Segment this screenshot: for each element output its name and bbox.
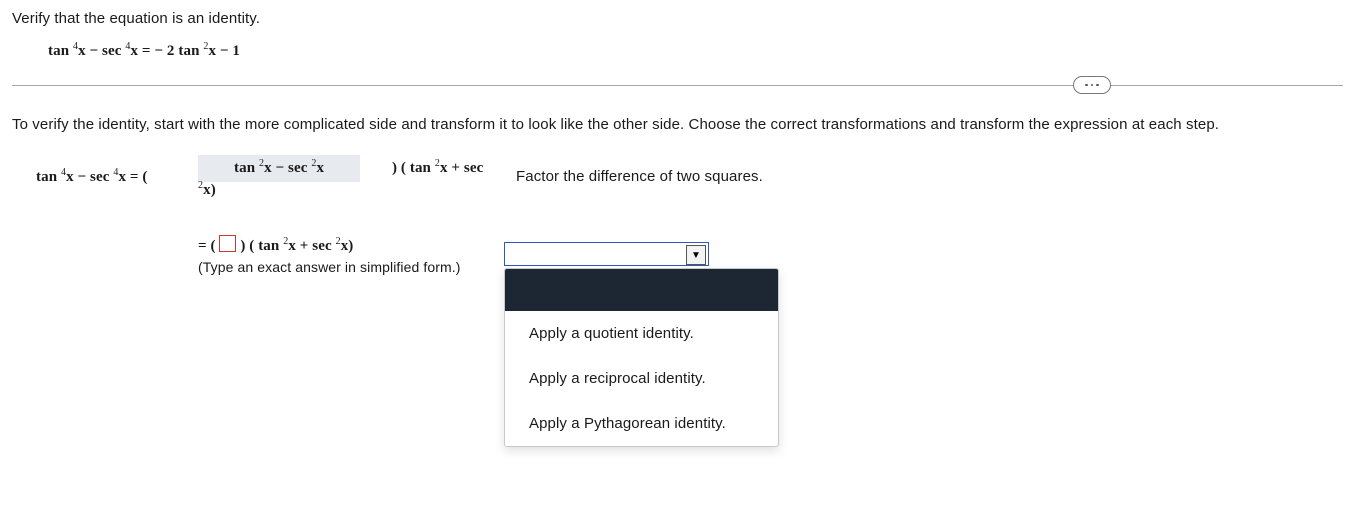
step1-selected-factor[interactable]: tan 2x − sec 2x xyxy=(198,155,360,182)
step2-answer-input[interactable] xyxy=(219,235,236,252)
verify-instruction: To verify the identity, start with the m… xyxy=(12,116,1343,133)
expand-pill[interactable] xyxy=(1073,76,1111,94)
dot-icon xyxy=(1091,84,1094,87)
dropdown-option-quotient[interactable]: Apply a quotient identity. xyxy=(505,311,778,356)
step1-lhs: tan 4x − sec 4x = ( xyxy=(36,169,198,186)
problem-prompt: Verify that the equation is an identity. xyxy=(12,10,1343,27)
dropdown-option-blank[interactable] xyxy=(505,269,778,311)
problem-equation: tan 4x − sec 4x = − 2 tan 2x − 1 xyxy=(48,43,1343,60)
step2-second-factor: ) ( tan 2x + sec 2x) xyxy=(240,238,353,254)
step2-prefix: = ( xyxy=(198,238,216,254)
dot-icon xyxy=(1085,84,1088,87)
equation-text: tan 4x − sec 4x = − 2 tan 2x − 1 xyxy=(48,43,240,59)
section-divider xyxy=(12,74,1343,96)
step2-hint: (Type an exact answer in simplified form… xyxy=(198,259,498,275)
divider-line xyxy=(12,85,1343,86)
dot-icon xyxy=(1096,84,1099,87)
dropdown-panel: Apply a quotient identity. Apply a recip… xyxy=(504,268,779,447)
step2-transformation-select[interactable]: ▼ xyxy=(504,242,709,266)
dropdown-option-reciprocal[interactable]: Apply a reciprocal identity. xyxy=(505,356,778,401)
step1-explanation: Factor the difference of two squares. xyxy=(516,166,910,189)
dropdown-option-pythagorean[interactable]: Apply a Pythagorean identity. xyxy=(505,401,778,446)
chevron-down-icon: ▼ xyxy=(686,245,706,265)
